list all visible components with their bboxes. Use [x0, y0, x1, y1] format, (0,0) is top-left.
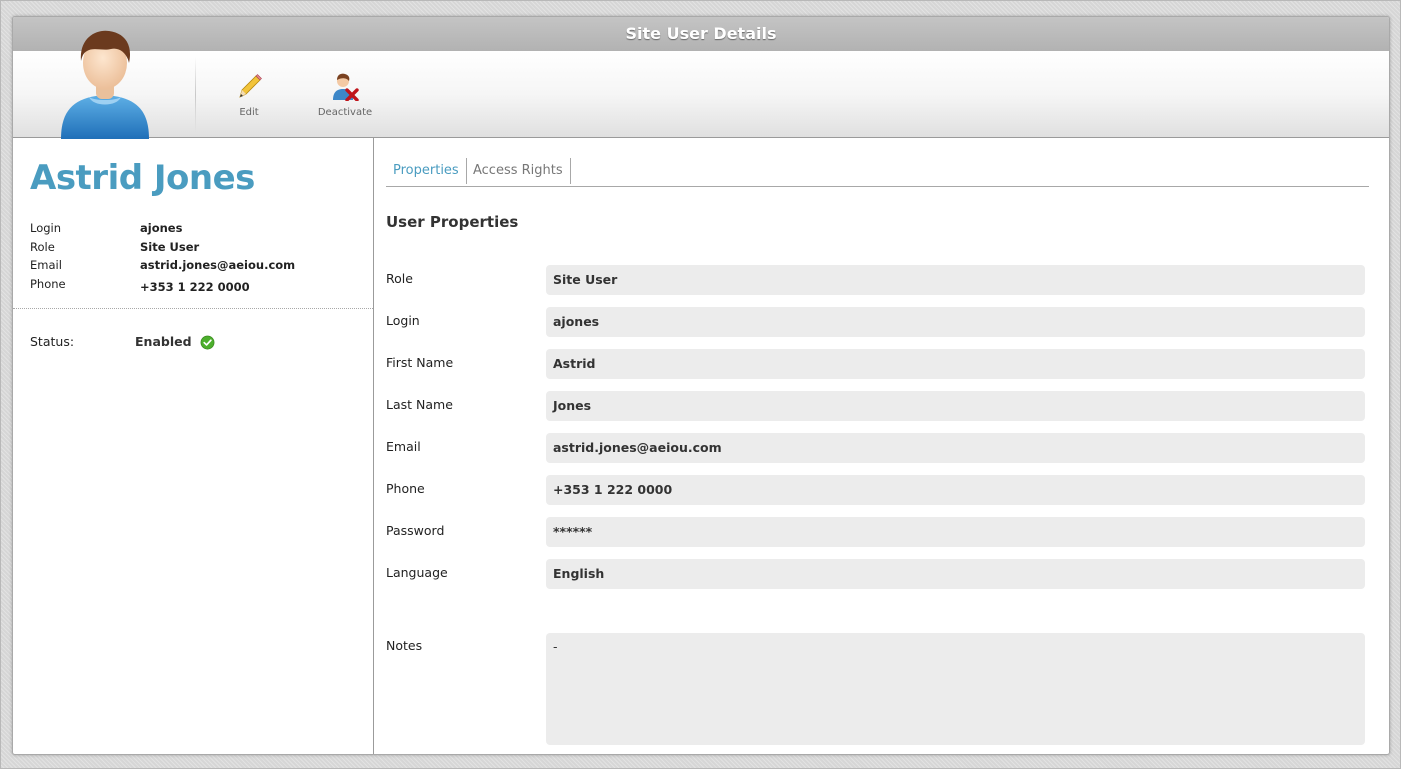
email-field: astrid.jones@aeiou.com	[546, 433, 1365, 463]
last-name-field: Jones	[546, 391, 1365, 421]
deactivate-button[interactable]: Deactivate	[305, 71, 385, 123]
user-summary-panel: Astrid Jones Login ajones Role Site User…	[13, 138, 374, 754]
summary-email-label: Email	[30, 258, 62, 272]
user-details-window: Site User Details Edit Deactivate Astrid…	[12, 16, 1390, 755]
status-label: Status:	[30, 334, 75, 349]
tab-access-rights[interactable]: Access Rights	[466, 158, 571, 184]
tab-properties[interactable]: Properties	[386, 158, 467, 184]
login-field: ajones	[546, 307, 1365, 337]
phone-field: +353 1 222 0000	[546, 475, 1365, 505]
summary-login-value: ajones	[140, 221, 183, 235]
language-field: English	[546, 559, 1365, 589]
pencil-icon	[239, 74, 262, 98]
role-label: Role	[386, 271, 413, 286]
section-title: User Properties	[386, 213, 519, 231]
status-value: Enabled	[135, 334, 192, 349]
last-name-label: Last Name	[386, 397, 453, 412]
summary-login-label: Login	[30, 221, 62, 235]
user-properties-panel: Properties Access Rights User Properties…	[374, 138, 1389, 754]
summary-email-value: astrid.jones@aeiou.com	[140, 258, 296, 272]
toolbar: Edit Deactivate	[13, 30, 1389, 139]
notes-field: -	[546, 633, 1365, 745]
deactivate-label: Deactivate	[317, 107, 373, 118]
edit-button[interactable]: Edit	[209, 71, 289, 123]
summary-divider	[13, 308, 373, 309]
summary-role-value: Site User	[140, 240, 200, 254]
toolbar-separator	[195, 57, 196, 133]
user-avatar-icon	[53, 21, 157, 139]
user-remove-icon	[333, 73, 359, 101]
first-name-label: First Name	[386, 355, 454, 370]
summary-role-label: Role	[30, 240, 55, 254]
language-label: Language	[386, 565, 448, 580]
first-name-field: Astrid	[546, 349, 1365, 379]
summary-phone-value: +353 1 222 0000	[140, 280, 250, 294]
password-label: Password	[386, 523, 445, 538]
notes-label: Notes	[386, 638, 423, 653]
summary-phone-label: Phone	[30, 277, 66, 291]
check-circle-icon	[200, 335, 215, 350]
tab-bar: Properties Access Rights	[386, 158, 1369, 187]
login-label: Login	[386, 313, 420, 328]
password-field: ******	[546, 517, 1365, 547]
phone-label: Phone	[386, 481, 425, 496]
window-title: Site User Details	[13, 17, 1389, 51]
user-name-heading: Astrid Jones	[30, 158, 255, 198]
role-field: Site User	[546, 265, 1365, 295]
edit-label: Edit	[239, 107, 259, 118]
email-label: Email	[386, 439, 421, 454]
